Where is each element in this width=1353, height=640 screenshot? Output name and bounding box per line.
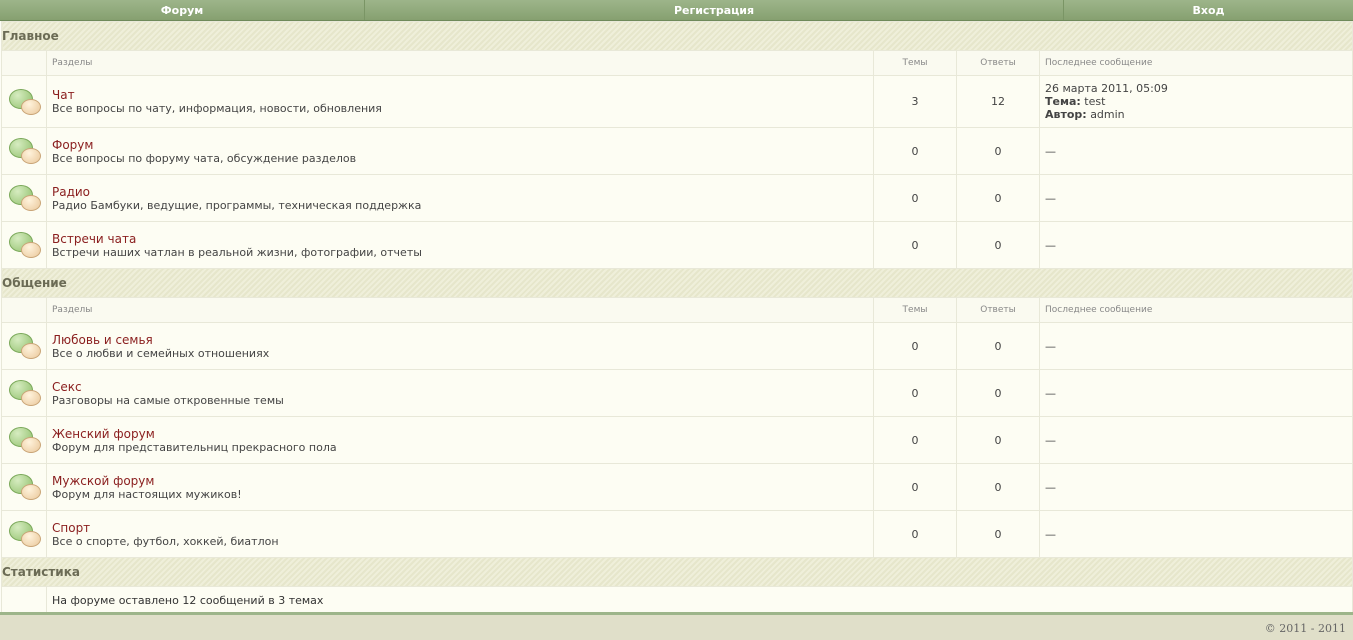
forum-title[interactable]: Любовь и семья: [52, 333, 873, 347]
top-nav: Форум Регистрация Вход: [0, 0, 1353, 21]
topic-count: 0: [873, 174, 957, 222]
nav-forum[interactable]: Форум: [0, 0, 365, 20]
forum-group-main: Главное Разделы Темы Ответы Последнее со…: [1, 21, 1353, 269]
col-sections: Разделы: [46, 297, 874, 323]
col-last-post: Последнее сообщение: [1039, 50, 1353, 76]
topic-count: 0: [873, 510, 957, 558]
reply-count: 12: [956, 75, 1040, 128]
topic-count: 0: [873, 221, 957, 269]
speech-bubbles-icon: [1, 127, 47, 175]
section-title: Общение: [0, 268, 1353, 298]
last-post: —: [1038, 510, 1353, 558]
forum-desc: Встречи наших чатлан в реальной жизни, ф…: [52, 245, 422, 259]
speech-bubbles-icon: [1, 75, 47, 128]
last-post: —: [1038, 322, 1353, 370]
forum-row: Форум Все вопросы по форуму чата, обсужде…: [1, 127, 1353, 175]
last-post: —: [1038, 369, 1353, 417]
forum-row: Мужской форум Форум для настоящих мужиков…: [1, 463, 1353, 511]
speech-bubbles-icon: [1, 510, 47, 558]
column-headers: Разделы Темы Ответы Последнее сообщение: [1, 50, 1353, 76]
nav-register[interactable]: Регистрация: [365, 0, 1064, 20]
reply-count: 0: [956, 369, 1040, 417]
forum-title[interactable]: Форум: [52, 138, 873, 152]
col-sections: Разделы: [46, 50, 874, 76]
copyright: © 2011 - 2011: [1264, 622, 1346, 635]
col-replies: Ответы: [956, 297, 1040, 323]
reply-count: 0: [956, 221, 1040, 269]
reply-count: 0: [956, 463, 1040, 511]
forum-title[interactable]: Мужской форум: [52, 474, 873, 488]
stats-title: Статистика: [0, 557, 1353, 587]
speech-bubbles-icon: [1, 463, 47, 511]
topic-count: 3: [873, 75, 957, 128]
col-last-post: Последнее сообщение: [1038, 297, 1353, 323]
forum-title[interactable]: Женский форум: [52, 427, 873, 441]
stats-text: На форуме оставлено 12 сообщений в 3 тем…: [45, 586, 1353, 614]
speech-bubbles-icon: [1, 174, 47, 222]
speech-bubbles-icon: [1, 322, 47, 370]
last-post: —: [1038, 416, 1353, 464]
forum-title[interactable]: Спорт: [52, 521, 873, 535]
forum-row: Чат Все вопросы по чату, информация, ново…: [1, 75, 1353, 128]
section-header: Общение: [0, 268, 1353, 298]
last-post: —: [1039, 174, 1353, 222]
forum-title[interactable]: Секс: [52, 380, 873, 394]
topic-count: 0: [873, 127, 957, 175]
topic-count: 0: [873, 322, 957, 370]
last-post: —: [1039, 221, 1353, 269]
col-topics: Темы: [873, 297, 957, 323]
forum-row: Секс Разговоры на самые откровенные темы …: [1, 369, 1353, 417]
forum-desc: Все о спорте, футбол, хоккей, биатлон: [52, 534, 279, 548]
last-post: 26 марта 2011, 05:09 Тема: test Автор: a…: [1039, 75, 1353, 128]
reply-count: 0: [956, 174, 1040, 222]
forum-desc: Форум для представительниц прекрасного п…: [52, 440, 337, 454]
speech-bubbles-icon: [1, 416, 47, 464]
reply-count: 0: [956, 322, 1040, 370]
last-post-topic[interactable]: test: [1084, 95, 1105, 108]
last-post-topic-label: Тема:: [1045, 95, 1081, 108]
topic-count: 0: [873, 416, 957, 464]
last-post: —: [1039, 127, 1353, 175]
forum-group-social: Общение Разделы Темы Ответы Последнее со…: [0, 268, 1353, 558]
forum-row: Любовь и семья Все о любви и семейных отн…: [1, 322, 1353, 370]
topic-count: 0: [873, 369, 957, 417]
forum-desc: Все вопросы по форуму чата, обсуждение р…: [52, 151, 357, 165]
forum-title[interactable]: Чат: [52, 88, 873, 102]
forum-desc: Форум для настоящих мужиков!: [52, 487, 242, 501]
last-post-author-label: Автор:: [1045, 108, 1087, 121]
forum-row: Радио Радио Бамбуки, ведущие, программы, …: [1, 174, 1353, 222]
last-post: —: [1038, 463, 1353, 511]
reply-count: 0: [956, 127, 1040, 175]
forum-row: Спорт Все о спорте, футбол, хоккей, биатл…: [1, 510, 1353, 558]
section-header: Главное: [1, 21, 1353, 51]
col-topics: Темы: [873, 50, 957, 76]
speech-bubbles-icon: [1, 369, 47, 417]
stats-block: Статистика На форуме оставлено 12 сообще…: [0, 557, 1353, 614]
footer: © 2011 - 2011: [0, 612, 1353, 640]
reply-count: 0: [956, 510, 1040, 558]
nav-login[interactable]: Вход: [1064, 0, 1353, 20]
last-post-author[interactable]: admin: [1090, 108, 1124, 121]
forum-desc: Все о любви и семейных отношениях: [52, 346, 270, 360]
forum-title[interactable]: Радио: [52, 185, 873, 199]
forum-desc: Разговоры на самые откровенные темы: [52, 393, 284, 407]
forum-desc: Все вопросы по чату, информация, новости…: [52, 102, 382, 115]
section-title: Главное: [1, 21, 1353, 51]
last-post-date: 26 марта 2011, 05:09: [1045, 82, 1168, 95]
reply-count: 0: [956, 416, 1040, 464]
stats-row: На форуме оставлено 12 сообщений в 3 тем…: [1, 586, 1353, 614]
section-header: Статистика: [0, 557, 1353, 587]
forum-title[interactable]: Встречи чата: [52, 232, 873, 246]
forum-desc: Радио Бамбуки, ведущие, программы, техни…: [52, 198, 422, 212]
col-replies: Ответы: [956, 50, 1040, 76]
speech-bubbles-icon: [1, 221, 47, 269]
forum-row: Встречи чата Встречи наших чатлан в реаль…: [1, 221, 1353, 269]
topic-count: 0: [873, 463, 957, 511]
forum-row: Женский форум Форум для представительниц …: [1, 416, 1353, 464]
column-headers: Разделы Темы Ответы Последнее сообщение: [1, 297, 1353, 323]
